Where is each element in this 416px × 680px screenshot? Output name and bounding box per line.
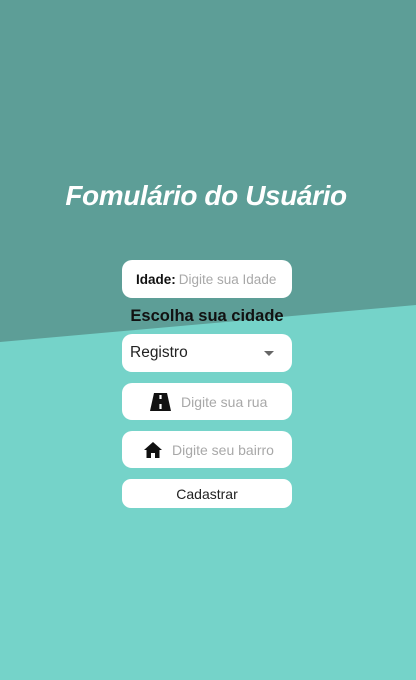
age-field[interactable]: Idade: bbox=[122, 260, 292, 298]
city-select-value: Registro bbox=[130, 344, 188, 361]
city-select[interactable]: Registro bbox=[122, 334, 292, 372]
city-label: Escolha sua cidade bbox=[130, 307, 284, 325]
age-label: Idade: bbox=[136, 271, 176, 287]
street-input[interactable] bbox=[181, 393, 281, 410]
district-input[interactable] bbox=[172, 441, 282, 458]
chevron-down-icon[interactable] bbox=[264, 350, 274, 356]
street-field[interactable] bbox=[122, 383, 292, 420]
submit-button[interactable]: Cadastrar bbox=[122, 479, 292, 508]
road-icon bbox=[150, 392, 171, 411]
home-icon bbox=[144, 441, 162, 458]
page-title: Fomulário do Usuário bbox=[65, 180, 347, 211]
age-input[interactable] bbox=[178, 271, 289, 287]
district-field[interactable] bbox=[122, 431, 292, 468]
